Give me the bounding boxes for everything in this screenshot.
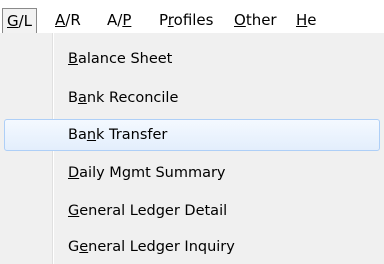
menu-item-hover-highlight: [4, 119, 380, 151]
menu-help[interactable]: He: [292, 8, 321, 32]
menu-item-bank-transfer[interactable]: Bank Transfer: [0, 118, 384, 152]
menu-item-label: Bank Reconcile: [68, 90, 179, 106]
menu-ap[interactable]: A/P: [103, 8, 135, 32]
menu-item-bank-reconcile[interactable]: Bank Reconcile: [0, 81, 384, 115]
menu-item-label: General Ledger Detail: [68, 203, 228, 219]
menu-item-label: Bank Transfer: [68, 127, 168, 143]
gl-dropdown-menu: Balance Sheet Bank Reconcile Bank Transf…: [0, 33, 384, 264]
menu-profiles[interactable]: Profiles: [155, 8, 217, 32]
menu-item-general-ledger-inquiry[interactable]: General Ledger Inquiry: [0, 230, 384, 264]
menu-gl[interactable]: G/L: [2, 8, 38, 34]
menu-item-label: Balance Sheet: [68, 51, 173, 67]
menu-other[interactable]: Other: [230, 8, 281, 32]
menu-item-label: General Ledger Inquiry: [68, 239, 235, 255]
menu-item-balance-sheet[interactable]: Balance Sheet: [0, 42, 384, 76]
menu-item-daily-mgmt-summary[interactable]: Daily Mgmt Summary: [0, 156, 384, 190]
menu-item-general-ledger-detail[interactable]: General Ledger Detail: [0, 194, 384, 228]
menu-ar[interactable]: A/R: [51, 8, 85, 32]
menu-item-label: Daily Mgmt Summary: [68, 165, 226, 181]
